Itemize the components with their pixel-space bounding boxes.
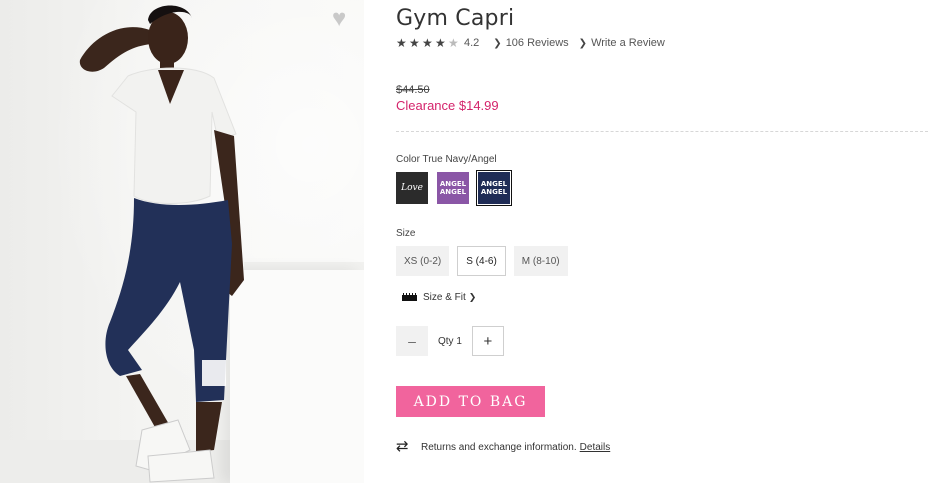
color-label: Color True Navy/Angel — [396, 154, 497, 165]
divider — [396, 131, 928, 132]
qty-label: Qty 1 — [438, 335, 462, 347]
swatch-black[interactable]: Love — [396, 172, 428, 204]
star-rating: ★ ★ ★ ★ ★ — [396, 37, 461, 49]
chevron-right-icon: ❯ — [578, 37, 588, 49]
product-detail-panel: Gym Capri ★ ★ ★ ★ ★ 4.2 ❯ 106 Reviews ❯ … — [396, 0, 928, 483]
rating-value: 4.2 — [464, 37, 480, 49]
product-image[interactable]: ♥ — [0, 0, 364, 483]
size-options: XS (0-2) S (4-6) M (8-10) — [396, 246, 568, 276]
product-title: Gym Capri — [396, 6, 515, 31]
quantity-stepper: – Qty 1 + — [396, 326, 504, 356]
size-fit-link[interactable]: Size & Fit ❯ — [402, 292, 476, 303]
details-link[interactable]: Details — [580, 442, 611, 453]
star-icon: ★ — [396, 36, 407, 50]
original-price: $44.50 — [396, 84, 430, 96]
returns-info: ⇄ Returns and exchange information. Deta… — [396, 438, 611, 455]
rating-row: ★ ★ ★ ★ ★ 4.2 ❯ 106 Reviews ❯ Write a Re… — [396, 36, 665, 50]
star-icon: ★ — [422, 36, 433, 50]
star-icon: ★ — [435, 36, 446, 50]
add-to-bag-button[interactable]: ADD TO BAG — [396, 386, 545, 417]
ruler-icon — [402, 292, 417, 301]
chevron-right-icon: ❯ — [468, 292, 477, 302]
returns-text: Returns and exchange information. — [421, 441, 577, 453]
chevron-right-icon: ❯ — [493, 37, 502, 49]
model-figure — [79, 5, 244, 483]
exchange-arrows-icon: ⇄ — [396, 438, 409, 455]
color-swatches: Love ANGEL ANGEL ANGEL ANGEL — [396, 171, 511, 205]
size-option-xs[interactable]: XS (0-2) — [396, 246, 450, 276]
write-review-link[interactable]: Write a Review — [591, 37, 665, 49]
qty-plus-button[interactable]: + — [471, 326, 504, 356]
swatch-navy[interactable]: ANGEL ANGEL — [477, 171, 511, 205]
heart-icon[interactable]: ♥ — [332, 7, 356, 31]
swatch-purple[interactable]: ANGEL ANGEL — [437, 172, 469, 204]
sale-price: Clearance $14.99 — [396, 98, 499, 113]
star-icon: ★ — [409, 36, 420, 50]
size-label: Size — [396, 228, 416, 239]
qty-minus-button[interactable]: – — [396, 326, 428, 356]
size-fit-label: Size & Fit — [423, 292, 466, 303]
size-option-m[interactable]: M (8-10) — [513, 246, 568, 276]
size-option-s[interactable]: S (4-6) — [457, 246, 506, 276]
star-half-icon: ★ — [448, 36, 459, 50]
reviews-link[interactable]: 106 Reviews — [506, 37, 569, 49]
